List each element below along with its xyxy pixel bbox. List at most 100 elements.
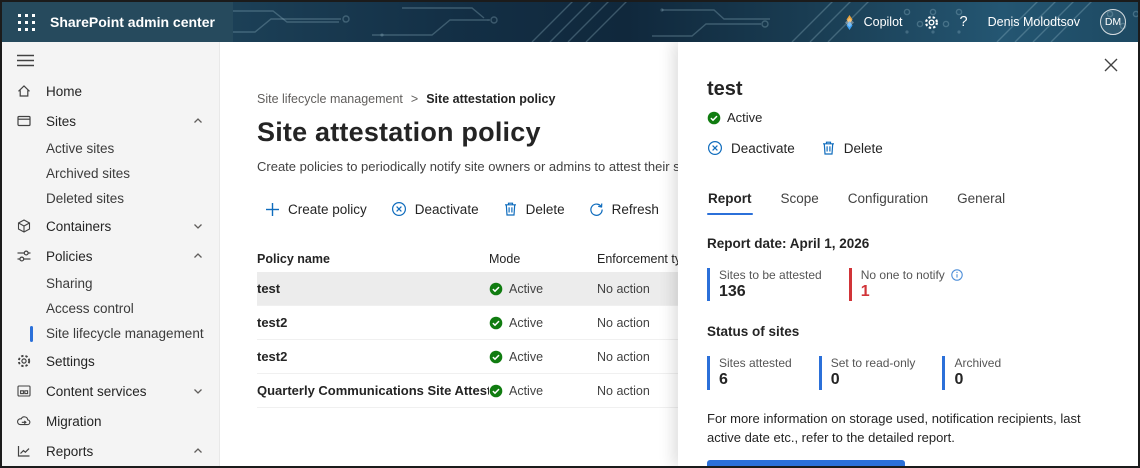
refresh-label: Refresh (611, 201, 659, 217)
sidebar-item-label: Home (46, 83, 83, 99)
mode-label: Active (509, 281, 544, 296)
metric-label: Sites to be attested (719, 268, 822, 282)
mode-label: Active (509, 349, 544, 364)
chevron-down-icon[interactable] (192, 385, 204, 397)
report-date: Report date: April 1, 2026 (707, 236, 870, 251)
active-status-icon (489, 350, 503, 363)
breadcrumb-current: Site attestation policy (426, 92, 556, 106)
trash-icon (822, 141, 834, 155)
trash-icon (504, 202, 516, 216)
chevron-down-icon[interactable] (192, 220, 204, 232)
help-button[interactable]: ? (960, 14, 968, 30)
settings-topbar-button[interactable] (923, 14, 940, 31)
tab-configuration[interactable]: Configuration (847, 187, 929, 215)
copilot-button[interactable]: Copilot (842, 14, 903, 30)
status-badge: Active (727, 110, 763, 125)
deactivate-label: Deactivate (414, 201, 479, 217)
metric-value: 0 (830, 371, 840, 389)
block-circle-icon (391, 201, 406, 217)
sidebar-item-label: Access control (46, 301, 134, 316)
mode-cell: Active (489, 316, 597, 330)
mode-cell: Active (489, 350, 597, 364)
policy-name-cell: Quarterly Communications Site Attestatio… (257, 383, 489, 398)
info-icon[interactable] (951, 269, 963, 281)
sidebar-item-containers[interactable]: Containers (2, 211, 219, 241)
sidebar-item-label: Deleted sites (46, 191, 125, 206)
waffle-icon (17, 13, 35, 31)
gear-icon (16, 353, 32, 369)
chevron-up-icon[interactable] (192, 115, 204, 127)
home-icon (16, 83, 32, 99)
app-title[interactable]: SharePoint admin center (50, 14, 215, 30)
metric-sites-to-be-attested: Sites to be attested 136 (707, 268, 822, 302)
panel-delete-button[interactable]: Delete (813, 135, 891, 161)
container-icon (16, 218, 32, 234)
close-panel-button[interactable] (1100, 54, 1122, 79)
policy-details-panel: test Active Deactivate Delete Report Sco… (678, 42, 1138, 466)
copilot-icon (844, 14, 854, 30)
selected-indicator (30, 325, 33, 342)
sidebar-item-label: Containers (46, 218, 112, 234)
chevron-up-icon[interactable] (192, 445, 204, 457)
active-status-icon (489, 384, 503, 397)
sidebar-item-deleted-sites[interactable]: Deleted sites (2, 186, 219, 211)
policy-name-cell: test (257, 281, 281, 296)
avatar[interactable]: DM (1100, 9, 1126, 35)
policy-name-cell: test2 (257, 315, 288, 330)
panel-deactivate-button[interactable]: Deactivate (707, 135, 803, 161)
refresh-button[interactable]: Refresh (581, 197, 667, 222)
metric-value: 1 (860, 283, 870, 300)
metric-value: 136 (719, 283, 746, 300)
sidebar-item-sharing[interactable]: Sharing (2, 271, 219, 296)
sharepoint-admin-window: SharePoint admin center Copilot ? Denis … (0, 0, 1140, 468)
sidebar-item-content-services[interactable]: Content services (2, 376, 219, 406)
panel-actions: Deactivate Delete (707, 135, 1114, 161)
sidebar-item-reports[interactable]: Reports (2, 436, 219, 466)
content-services-icon (16, 383, 32, 399)
topbar: SharePoint admin center Copilot ? Denis … (2, 2, 1138, 42)
create-policy-button[interactable]: Create policy (257, 197, 375, 222)
policies-icon (16, 248, 32, 264)
topbar-right: Copilot ? Denis Molodtsov DM (842, 9, 1138, 35)
sidebar-item-migration[interactable]: Migration (2, 406, 219, 436)
tab-general[interactable]: General (956, 187, 1006, 215)
active-status-icon (707, 111, 721, 124)
sidebar-item-home[interactable]: Home (2, 76, 219, 106)
tab-scope[interactable]: Scope (780, 187, 820, 215)
metric-value: 0 (954, 371, 964, 389)
sidebar-item-sites[interactable]: Sites (2, 106, 219, 136)
app-launcher-button[interactable] (2, 2, 50, 42)
sidebar-item-policies[interactable]: Policies (2, 241, 219, 271)
sidebar-item-access-control[interactable]: Access control (2, 296, 219, 321)
sidebar-item-label: Sharing (46, 276, 93, 291)
panel-title: test (707, 78, 743, 100)
sidebar-item-archived-sites[interactable]: Archived sites (2, 161, 219, 186)
status-metrics: Sites attested 6 Set to read-only 0 Arch… (707, 356, 1114, 390)
chevron-up-icon[interactable] (192, 250, 204, 262)
sidebar-item-active-sites[interactable]: Active sites (2, 136, 219, 161)
breadcrumb-parent-link[interactable]: Site lifecycle management (257, 92, 403, 106)
plus-icon (266, 202, 279, 216)
active-status-icon (489, 282, 503, 295)
column-header-mode[interactable]: Mode (489, 252, 597, 266)
cloud-migration-icon (16, 413, 32, 429)
detailed-report-info-text: For more information on storage used, no… (707, 410, 1081, 445)
mode-cell: Active (489, 282, 597, 296)
metric-label: No one to notify (860, 268, 945, 282)
sidebar-item-site-lifecycle-management[interactable]: Site lifecycle management (2, 321, 219, 346)
panel-delete-label: Delete (843, 140, 883, 156)
sidebar-item-label: Sites (46, 113, 77, 129)
sidebar-item-settings[interactable]: Settings (2, 346, 219, 376)
metric-archived: Archived 0 (942, 356, 1001, 390)
deactivate-button[interactable]: Deactivate (383, 196, 487, 222)
sidebar-item-label: Reports (46, 443, 94, 459)
sidebar-item-label: Policies (46, 248, 93, 264)
tab-report[interactable]: Report (707, 187, 753, 215)
hamburger-menu-button[interactable] (2, 44, 50, 76)
delete-button[interactable]: Delete (495, 196, 573, 222)
create-policy-label: Create policy (288, 201, 367, 217)
metric-no-one-to-notify: No one to notify 1 (848, 268, 963, 302)
panel-tabs: Report Scope Configuration General (707, 187, 1114, 215)
column-header-policy-name[interactable]: Policy name (257, 252, 489, 266)
download-detailed-report-button[interactable]: Download detailed report (707, 460, 906, 466)
